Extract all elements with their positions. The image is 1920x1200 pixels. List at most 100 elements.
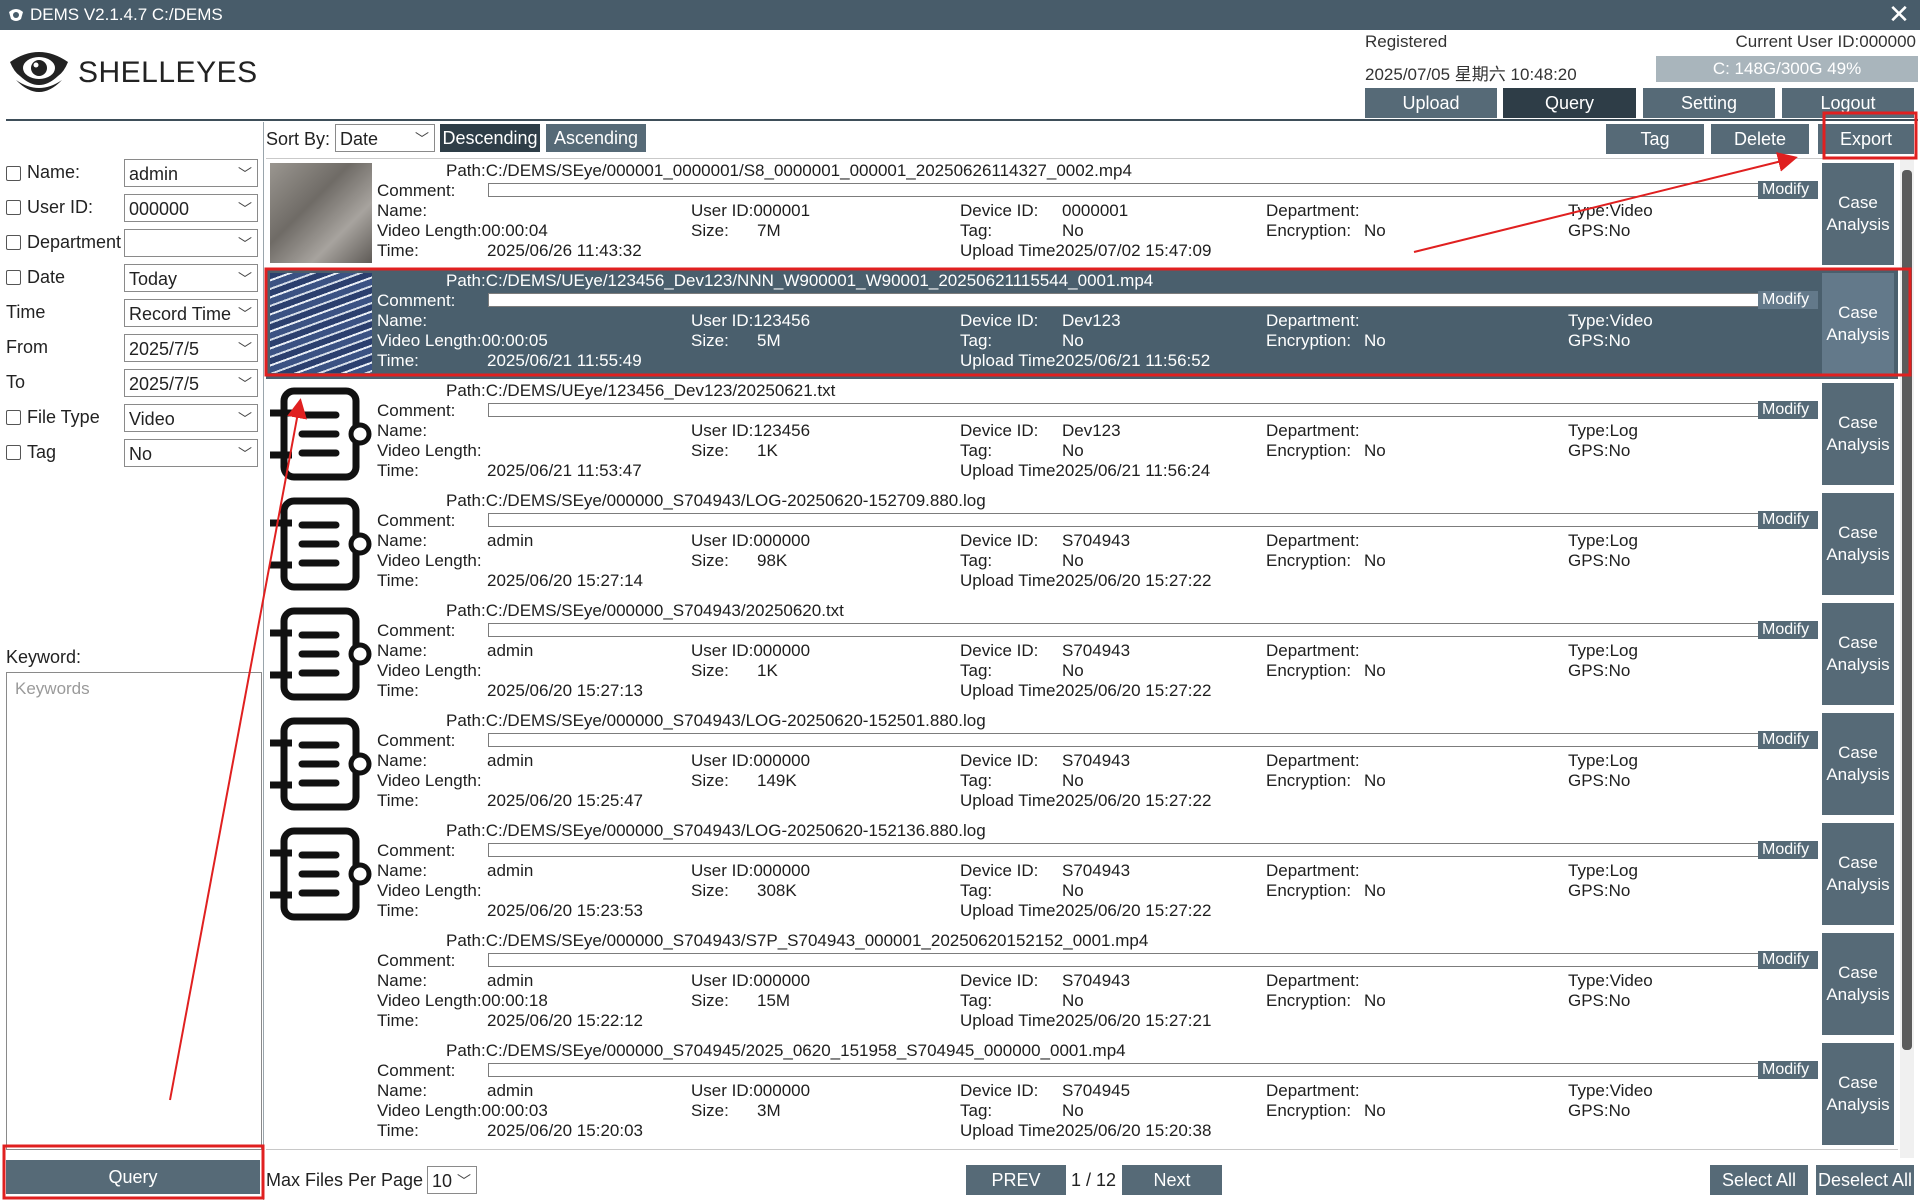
comment-input[interactable] (488, 953, 1772, 967)
file-type: Type:Video (1568, 201, 1653, 220)
modify-button[interactable]: Modify (1758, 1061, 1818, 1079)
date-checkbox[interactable] (6, 270, 21, 285)
case-analysis-button[interactable]: Case Analysis (1822, 823, 1894, 925)
delete-button[interactable]: Delete (1711, 124, 1809, 154)
deselect-all-button[interactable]: Deselect All (1816, 1165, 1914, 1195)
upload-time: Upload Time2025/06/20 15:27:21 (960, 1011, 1212, 1030)
case-analysis-button[interactable]: Case Analysis (1822, 713, 1894, 815)
userid-select[interactable]: 000000 ﹀ (124, 194, 258, 222)
name-checkbox[interactable] (6, 166, 21, 181)
comment-input[interactable] (488, 403, 1772, 417)
device-id-value: S704943 (1062, 641, 1131, 660)
modify-button[interactable]: Modify (1758, 731, 1818, 749)
nav-upload-button[interactable]: Upload (1365, 88, 1497, 118)
file-type: Type:Log (1568, 531, 1638, 550)
ascending-button[interactable]: Ascending (546, 124, 646, 152)
case-analysis-button[interactable]: Case Analysis (1822, 273, 1894, 375)
modify-button[interactable]: Modify (1758, 841, 1818, 859)
nav-query-button[interactable]: Query (1503, 88, 1636, 118)
list-scrollbar[interactable] (1900, 158, 1914, 1158)
from-date-picker[interactable]: 2025/7/5 ﹀ (124, 334, 258, 362)
close-icon[interactable]: ✕ (1886, 1, 1912, 28)
modify-button[interactable]: Modify (1758, 401, 1818, 419)
file-row[interactable]: Path:C:/DEMS/SEye/000000_S704945/2025_06… (266, 1039, 1898, 1150)
prev-page-button[interactable]: PREV (966, 1165, 1066, 1195)
keyword-textarea[interactable]: Keywords (6, 672, 262, 1150)
tag-button[interactable]: Tag (1606, 124, 1704, 154)
file-row[interactable]: Path:C:/DEMS/UEye/123456_Dev123/20250621… (266, 379, 1898, 490)
case-analysis-label: Case Analysis (1826, 963, 1890, 1004)
descending-button[interactable]: Descending (440, 124, 540, 152)
max-files-select[interactable]: 10 ﹀ (427, 1166, 477, 1194)
tag-label: Tag: (960, 881, 993, 900)
department-label: Department: (1266, 1081, 1360, 1100)
modify-button[interactable]: Modify (1758, 291, 1818, 309)
file-row[interactable]: Path:C:/DEMS/SEye/000000_S704943/S7P_S70… (266, 929, 1898, 1040)
modify-button[interactable]: Modify (1758, 621, 1818, 639)
modify-button[interactable]: Modify (1758, 511, 1818, 529)
sort-select[interactable]: Date ﹀ (335, 124, 435, 152)
case-analysis-button[interactable]: Case Analysis (1822, 603, 1894, 705)
sort-by-label: Sort By: (266, 129, 331, 149)
scrollbar-thumb[interactable] (1902, 170, 1912, 1050)
export-button[interactable]: Export (1818, 124, 1914, 154)
file-row[interactable]: Path:C:/DEMS/SEye/000000_S704943/2025062… (266, 599, 1898, 710)
case-analysis-button[interactable]: Case Analysis (1822, 383, 1894, 485)
case-analysis-button[interactable]: Case Analysis (1822, 163, 1894, 265)
select-all-button[interactable]: Select All (1710, 1165, 1808, 1195)
tag-value: No (1062, 881, 1084, 900)
case-analysis-button[interactable]: Case Analysis (1822, 1043, 1894, 1145)
department-select[interactable]: ﹀ (124, 229, 258, 257)
file-row[interactable]: Path:C:/DEMS/SEye/000000_S704943/LOG-202… (266, 489, 1898, 600)
comment-input[interactable] (488, 623, 1772, 637)
gps-status: GPS:No (1568, 881, 1631, 900)
comment-label: Comment: (377, 1061, 456, 1080)
file-row[interactable]: Path:C:/DEMS/SEye/000001_0000001/S8_0000… (266, 159, 1898, 270)
query-button[interactable]: Query (6, 1160, 260, 1194)
file-type: Type:Log (1568, 861, 1638, 880)
case-analysis-button[interactable]: Case Analysis (1822, 933, 1894, 1035)
tag-value: No (1062, 991, 1084, 1010)
tag-checkbox[interactable] (6, 445, 21, 460)
nav-setting-button[interactable]: Setting (1643, 88, 1775, 118)
filetype-select[interactable]: Video ﹀ (124, 404, 258, 432)
encryption-label: Encryption: (1266, 771, 1352, 790)
name-select[interactable]: admin ﹀ (124, 159, 258, 187)
file-row[interactable]: Path:C:/DEMS/SEye/000000_S704943/LOG-202… (266, 819, 1898, 930)
nav-logout-button[interactable]: Logout (1782, 88, 1914, 118)
comment-input[interactable] (488, 513, 1772, 527)
time-select[interactable]: Record Time ﹀ (124, 299, 258, 327)
department-label: Department: (1266, 531, 1360, 550)
filetype-checkbox[interactable] (6, 410, 21, 425)
comment-input[interactable] (488, 1063, 1772, 1077)
user-id: User ID:000000 (691, 971, 811, 990)
modify-button[interactable]: Modify (1758, 181, 1818, 199)
case-analysis-button[interactable]: Case Analysis (1822, 493, 1894, 595)
userid-checkbox[interactable] (6, 200, 21, 215)
next-page-button[interactable]: Next (1122, 1165, 1222, 1195)
to-date-picker[interactable]: 2025/7/5 ﹀ (124, 369, 258, 397)
modify-button[interactable]: Modify (1758, 951, 1818, 969)
encryption-label: Encryption: (1266, 661, 1352, 680)
comment-input[interactable] (488, 843, 1772, 857)
file-path: Path:C:/DEMS/SEye/000000_S704945/2025_06… (446, 1041, 1126, 1060)
user-id: User ID:000000 (691, 641, 811, 660)
encryption-value: No (1364, 1101, 1386, 1120)
comment-input[interactable] (488, 293, 1772, 307)
device-id-label: Device ID: (960, 1081, 1039, 1100)
tag-label: Tag: (960, 991, 993, 1010)
comment-input[interactable] (488, 733, 1772, 747)
comment-input[interactable] (488, 183, 1772, 197)
department-checkbox[interactable] (6, 235, 21, 250)
current-user: Current User ID:000000 (1735, 32, 1916, 51)
tag-select[interactable]: No ﹀ (124, 439, 258, 467)
log-file-icon (270, 493, 372, 593)
file-row[interactable]: Path:C:/DEMS/SEye/000000_S704943/LOG-202… (266, 709, 1898, 820)
file-row[interactable]: Path:C:/DEMS/UEye/123456_Dev123/NNN_W900… (266, 269, 1898, 380)
name-label: Name: (377, 1081, 428, 1100)
file-path: Path:C:/DEMS/UEye/123456_Dev123/NNN_W900… (446, 271, 1154, 290)
size-value: 308K (757, 881, 797, 900)
date-select[interactable]: Today ﹀ (124, 264, 258, 292)
name-value: admin (487, 1081, 534, 1100)
tag-value: No (1062, 661, 1084, 680)
